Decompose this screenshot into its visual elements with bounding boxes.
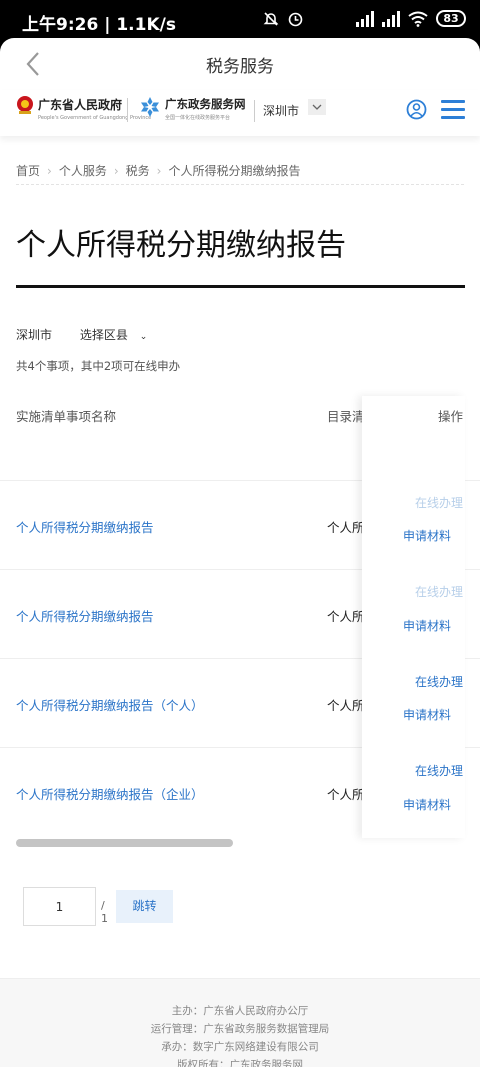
gov-logo[interactable]: 广东省人民政府 People's Government of Guangdong… bbox=[38, 96, 151, 121]
jump-button[interactable]: 跳转 bbox=[116, 890, 173, 923]
materials-link[interactable]: 申请材料 bbox=[403, 527, 451, 544]
footer-copyright: 版权所有：广东政务服务网 bbox=[177, 1059, 303, 1067]
gov-name: 广东省人民政府 bbox=[38, 98, 123, 112]
header-name: 实施清单事项名称 bbox=[16, 409, 117, 424]
top-nav: 税务服务 bbox=[0, 38, 480, 90]
footer-sponsor: 主办：广东省人民政府办公厅 bbox=[171, 1005, 309, 1017]
online-apply-button[interactable]: 在线办理 bbox=[360, 673, 463, 690]
breadcrumb: 首页 › 个人服务 › 税务 › 个人所得税分期缴纳报告 bbox=[16, 162, 301, 179]
portal-logo[interactable]: 广东政务服务网 全国一体化在线政务服务平台 bbox=[165, 96, 246, 121]
battery-icon: 83 bbox=[436, 10, 466, 27]
main-content: 首页 › 个人服务 › 税务 › 个人所得税分期缴纳报告 个人所得税分期缴纳报告 深圳市 选… bbox=[0, 136, 480, 1067]
nav-title: 税务服务 bbox=[206, 57, 274, 77]
materials-link[interactable]: 申请材料 bbox=[403, 796, 451, 813]
item-directory: 个人所得 bbox=[327, 698, 363, 713]
divider bbox=[254, 100, 255, 122]
user-icon[interactable] bbox=[406, 99, 427, 120]
signal-icon bbox=[382, 10, 400, 27]
item-name-link[interactable]: 个人所得税分期缴纳报告（企业） bbox=[16, 784, 204, 803]
alarm-icon bbox=[288, 12, 303, 27]
mute-icon bbox=[263, 11, 279, 26]
divider bbox=[16, 184, 464, 185]
item-name-link[interactable]: 个人所得税分期缴纳报告 bbox=[16, 606, 154, 625]
portal-logo-icon bbox=[141, 97, 159, 117]
wifi-icon bbox=[408, 11, 428, 27]
item-directory: 个人所得 bbox=[327, 609, 363, 624]
item-name-link[interactable]: 个人所得税分期缴纳报告（个人） bbox=[16, 695, 204, 714]
chevron-down-icon[interactable] bbox=[308, 99, 326, 115]
gov-name-en: People's Government of Guangdong Provinc… bbox=[38, 115, 152, 121]
menu-icon[interactable] bbox=[441, 100, 465, 120]
divider bbox=[127, 98, 128, 122]
page-total: / 1 bbox=[101, 899, 108, 925]
horizontal-scrollbar[interactable] bbox=[16, 839, 233, 847]
online-apply-button: 在线办理 bbox=[414, 496, 463, 510]
breadcrumb-separator: › bbox=[156, 164, 162, 178]
portal-subtitle: 全国一体化在线政务服务平台 bbox=[165, 115, 231, 121]
district-select[interactable]: 选择区县 bbox=[80, 328, 128, 342]
breadcrumb-tax[interactable]: 税务 bbox=[126, 164, 150, 178]
breadcrumb-personal[interactable]: 个人服务 bbox=[59, 164, 107, 178]
page-title: 个人所得税分期缴纳报告 bbox=[16, 228, 346, 263]
brand-bar: 广东省人民政府 People's Government of Guangdong… bbox=[0, 90, 480, 136]
chevron-down-icon[interactable]: ⌄ bbox=[140, 332, 148, 342]
materials-link[interactable]: 申请材料 bbox=[403, 617, 451, 634]
region-filter: 深圳市 选择区县 ⌄ bbox=[16, 326, 147, 343]
online-apply-button[interactable]: 在线办理 bbox=[360, 762, 463, 779]
header-directory: 目录清 bbox=[327, 409, 363, 424]
online-apply-button: 在线办理 bbox=[414, 585, 463, 599]
national-emblem-icon bbox=[17, 96, 33, 114]
item-name-link[interactable]: 个人所得税分期缴纳报告 bbox=[16, 517, 154, 536]
item-directory: 个人所得 bbox=[327, 787, 363, 802]
page-number-input[interactable] bbox=[23, 887, 96, 926]
breadcrumb-separator: › bbox=[47, 164, 52, 178]
item-directory: 个人所得 bbox=[327, 520, 363, 535]
status-bar: 上午9:26 | 1.1K/s 83 bbox=[0, 0, 480, 40]
materials-link[interactable]: 申请材料 bbox=[403, 706, 451, 723]
breadcrumb-home[interactable]: 首页 bbox=[16, 164, 40, 178]
title-underline bbox=[16, 285, 465, 288]
filter-city[interactable]: 深圳市 bbox=[16, 328, 52, 342]
footer: 主办：广东省人民政府办公厅 运行管理：广东省政务服务数据管理局 承办：数字广东网… bbox=[0, 978, 480, 1067]
status-icons: 83 bbox=[263, 10, 466, 27]
action-column: 操作 在线办理 申请材料 在线办理 申请材料 在线办理 申请材料 在线办理 申请… bbox=[362, 396, 465, 838]
status-time: 上午9:26 | 1.1K/s bbox=[22, 15, 176, 35]
header-action-sticky: 操作 bbox=[438, 409, 464, 424]
footer-contractor: 承办：数字广东网络建设有限公司 bbox=[161, 1041, 319, 1053]
breadcrumb-current: 个人所得税分期缴纳报告 bbox=[168, 164, 301, 178]
item-count: 共4个事项，其中2项可在线申办 bbox=[16, 359, 181, 373]
portal-name: 广东政务服务网 bbox=[165, 97, 246, 111]
footer-operator: 运行管理：广东省政务服务数据管理局 bbox=[150, 1023, 330, 1035]
city-selector-label[interactable]: 深圳市 bbox=[263, 102, 299, 119]
breadcrumb-separator: › bbox=[113, 164, 119, 178]
signal-icon bbox=[356, 10, 374, 27]
screen: 税务服务 广东省人民政府 People's Government of Guan… bbox=[0, 38, 480, 1067]
